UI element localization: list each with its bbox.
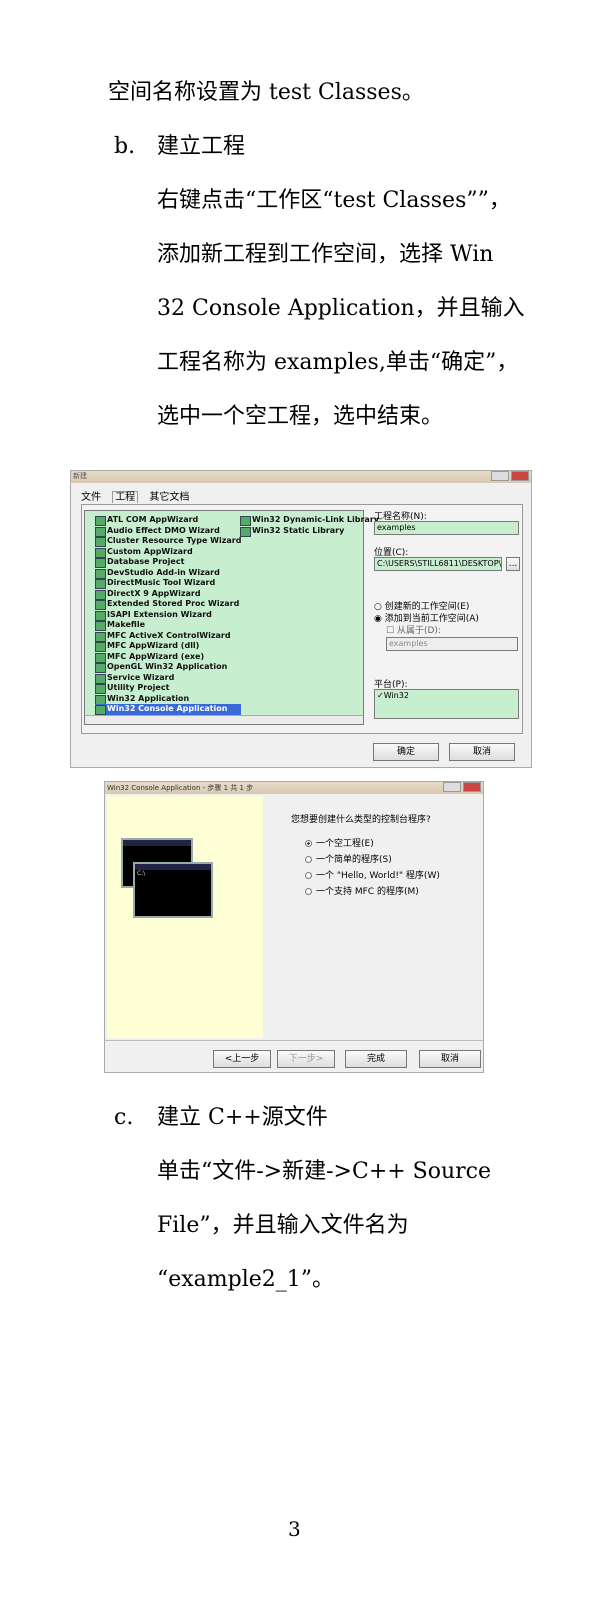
tab-files[interactable]: 文件 [81, 492, 101, 503]
option-hello-world[interactable]: 一个 "Hello, World!" 程序(W) [305, 868, 440, 881]
console-wizard-dialog: Win32 Console Application - 步骤 1 共 1 步 C… [104, 781, 484, 1073]
checkbox-icon: ☐ [386, 626, 397, 636]
section-b-title: 建立工程 [157, 134, 246, 159]
dialog-titlebar: Win32 Console Application - 步骤 1 共 1 步 [105, 782, 483, 794]
section-b-paragraph-line: 工程名称为 examples,单击“确定”， [157, 350, 519, 375]
option-mfc-support[interactable]: 一个支持 MFC 的程序(M) [305, 884, 419, 897]
tab-projects[interactable]: 工程 [112, 491, 139, 503]
platform-list[interactable]: ✓Win32 [374, 689, 519, 719]
project-type-item[interactable]: MFC AppWizard (dll) [95, 641, 241, 652]
new-project-dialog: 新建 文件 工程 其它文档 ATL COM AppWizard Audio Eff… [70, 470, 532, 768]
button-separator [105, 1040, 483, 1041]
project-type-item[interactable]: Cluster Resource Type Wizard [95, 536, 241, 547]
project-type-item[interactable]: MFC AppWizard (exe) [95, 652, 241, 662]
close-button[interactable] [463, 782, 481, 792]
dialog-titlebar: 新建 [71, 471, 531, 483]
project-name-input[interactable]: examples [374, 521, 519, 535]
ok-button[interactable]: 确定 [373, 743, 439, 761]
project-type-item[interactable]: Audio Effect DMO Wizard [95, 526, 241, 536]
tab-other-docs[interactable]: 其它文档 [149, 492, 189, 503]
option-empty-project[interactable]: 一个空工程(E) [305, 836, 374, 849]
project-type-item[interactable]: Extended Stored Proc Wizard [95, 599, 241, 610]
project-type-item[interactable]: DevStudio Add-in Wizard [95, 568, 241, 578]
project-type-list[interactable]: ATL COM AppWizard Audio Effect DMO Wizard… [84, 510, 379, 725]
location-input[interactable]: C:\USERS\STILL6811\DESKTOP\ [374, 557, 502, 571]
section-b-paragraph-line: 32 Console Application，并且输入 [157, 296, 525, 321]
option-label: 一个简单的程序(S) [316, 855, 392, 865]
page-number: 3 [288, 1517, 301, 1541]
tab-bar: 文件 工程 其它文档 [81, 488, 197, 503]
help-button[interactable] [443, 782, 461, 792]
project-type-item[interactable]: ATL COM AppWizard [95, 515, 241, 526]
radio-icon [305, 872, 312, 879]
project-type-item[interactable]: Win32 Application [95, 694, 241, 704]
section-b-paragraph-line: 添加新工程到工作空间，选择 Win [157, 242, 494, 267]
option-simple-app[interactable]: 一个简单的程序(S) [305, 852, 392, 865]
back-button[interactable]: <上一步 [213, 1050, 271, 1068]
project-type-item[interactable]: Utility Project [95, 683, 241, 694]
dependency-select[interactable]: examples [386, 637, 518, 651]
project-type-item[interactable]: ISAPI Extension Wizard [95, 610, 241, 620]
section-c-paragraph-line: 单击“文件->新建->C++ Source [157, 1159, 492, 1184]
wizard-question: 您想要创建什么类型的控制台程序? [291, 815, 431, 825]
project-type-item[interactable]: Win32 Console Application [95, 704, 242, 715]
option-label: 一个 "Hello, World!" 程序(W) [316, 871, 440, 881]
next-button[interactable]: 下一步> [277, 1050, 335, 1068]
console-prompt: C:\ [137, 870, 146, 877]
wizard-illustration-panel: C:\ [107, 796, 263, 1038]
project-type-column: ATL COM AppWizard Audio Effect DMO Wizard… [95, 515, 242, 715]
horizontal-scrollbar[interactable] [85, 715, 363, 724]
project-type-column: Win32 Dynamic-Link Library Win32 Static L… [240, 515, 379, 536]
platform-value: Win32 [383, 691, 409, 700]
radio-icon [305, 856, 312, 863]
project-type-item[interactable]: Service Wizard [95, 673, 241, 683]
project-type-item[interactable]: Makefile [95, 620, 241, 631]
radio-selected-icon [305, 840, 312, 847]
project-type-item[interactable]: Win32 Dynamic-Link Library [240, 515, 379, 526]
project-type-item[interactable]: Database Project [95, 557, 241, 568]
section-b-paragraph-line: 选中一个空工程，选中结束。 [157, 404, 444, 429]
checkbox-label: 从属于(D): [396, 626, 441, 636]
project-options: 工程名称(N): examples 位置(C): C:\USERS\STILL6… [374, 505, 522, 733]
project-type-item[interactable]: OpenGL Win32 Application [95, 662, 241, 673]
section-b-marker: b. [114, 134, 136, 159]
section-c-paragraph-line: “example2_1”。 [157, 1267, 335, 1292]
project-type-item[interactable]: Win32 Static Library [240, 526, 379, 536]
section-c-paragraph-line: File”，并且输入文件名为 [157, 1213, 409, 1238]
radio-icon [305, 888, 312, 895]
project-type-item[interactable]: MFC ActiveX ControlWizard [95, 631, 241, 641]
project-type-item[interactable]: Custom AppWizard [95, 547, 241, 557]
dependency-checkbox[interactable]: ☐ 从属于(D): [386, 623, 441, 636]
close-button[interactable] [511, 471, 529, 481]
checkmark-icon: ✓ [377, 691, 384, 700]
section-b-paragraph-line: 右键点击“工作区“test Classes””， [157, 188, 511, 213]
finish-button[interactable]: 完成 [345, 1050, 407, 1068]
intro-line: 空间名称设置为 test Classes。 [108, 80, 424, 105]
option-label: 一个空工程(E) [316, 839, 374, 849]
dialog-title: Win32 Console Application - 步骤 1 共 1 步 [107, 784, 254, 792]
browse-button[interactable]: ... [506, 557, 520, 571]
project-type-item[interactable]: DirectMusic Tool Wizard [95, 578, 241, 589]
option-label: 一个支持 MFC 的程序(M) [316, 887, 419, 897]
dialog-title: 新建 [73, 472, 87, 480]
console-window-image: C:\ [133, 862, 213, 918]
project-type-item[interactable]: DirectX 9 AppWizard [95, 589, 241, 599]
radio-selected-icon: ◉ [374, 614, 385, 624]
cancel-button[interactable]: 取消 [449, 743, 515, 761]
projects-panel: ATL COM AppWizard Audio Effect DMO Wizard… [81, 504, 523, 734]
help-button[interactable] [491, 471, 509, 481]
section-c-title: 建立 C++源文件 [157, 1105, 328, 1130]
cancel-button[interactable]: 取消 [419, 1050, 481, 1068]
section-c-marker: c. [114, 1105, 134, 1130]
